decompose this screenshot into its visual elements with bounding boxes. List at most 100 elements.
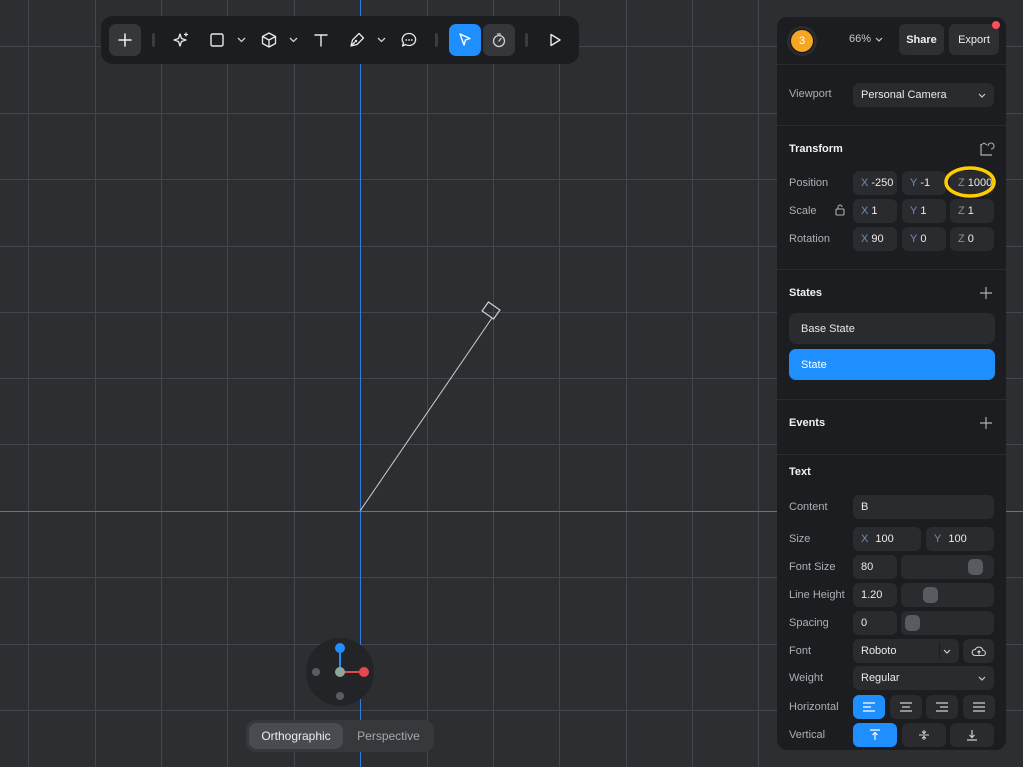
rectangle-tool-dropdown[interactable] — [233, 30, 249, 50]
font-label: Font — [789, 645, 812, 657]
toolbar-divider — [152, 33, 155, 47]
plus-icon — [118, 33, 132, 47]
sparkle-icon — [173, 32, 189, 47]
orientation-gizmo[interactable] — [305, 637, 375, 707]
z-axis-label: Z — [958, 233, 965, 245]
spacing-slider[interactable] — [901, 611, 994, 635]
align-bottom-button[interactable] — [950, 723, 994, 747]
spacing-input[interactable]: 0 — [853, 611, 897, 635]
align-right-button[interactable] — [926, 695, 958, 719]
viewport-select[interactable]: Personal Camera — [853, 83, 994, 107]
scale-x-field[interactable]: X1 — [853, 199, 897, 223]
gizmo-y-axis-handle — [335, 643, 345, 653]
avatar-count: 3 — [790, 29, 814, 53]
orthographic-option[interactable]: Orthographic — [249, 723, 343, 749]
align-left-button[interactable] — [853, 695, 885, 719]
text-section-title: Text — [789, 466, 811, 478]
scale-z-field[interactable]: Z1 — [950, 199, 994, 223]
weight-select[interactable]: Regular — [853, 666, 994, 690]
timer-tool-button[interactable] — [483, 24, 515, 56]
position-y-field[interactable]: Y -1 — [902, 171, 946, 195]
rotation-x-value: 90 — [871, 233, 884, 245]
align-left-icon — [863, 702, 875, 712]
line-height-input[interactable]: 1.20 — [853, 583, 897, 607]
panel-divider — [777, 125, 1006, 126]
pen-tool-dropdown[interactable] — [373, 30, 389, 50]
text-tool-button[interactable] — [305, 24, 337, 56]
position-x-field[interactable]: X -250 — [853, 171, 897, 195]
font-select[interactable]: Roboto — [853, 639, 959, 663]
select-tool-button[interactable] — [449, 24, 481, 56]
panel-divider — [777, 64, 1006, 65]
line-height-label: Line Height — [789, 589, 845, 601]
perspective-option[interactable]: Perspective — [346, 723, 431, 749]
export-button[interactable]: Export — [949, 24, 999, 55]
state-item-base[interactable]: Base State — [789, 313, 995, 344]
pen-icon — [350, 32, 365, 47]
font-size-input[interactable]: 80 — [853, 555, 897, 579]
zoom-dropdown[interactable]: 66% — [849, 33, 883, 45]
share-button[interactable]: Share — [899, 24, 944, 55]
content-input[interactable]: B — [853, 495, 994, 519]
gizmo-neg-y-handle — [336, 692, 344, 700]
scale-y-field[interactable]: Y1 — [902, 199, 946, 223]
align-center-button[interactable] — [890, 695, 922, 719]
rectangle-tool-button[interactable] — [201, 24, 233, 56]
y-axis-label: Y — [910, 233, 918, 245]
y-axis-label: Y — [910, 205, 918, 217]
scale-y-value: 1 — [920, 205, 927, 217]
align-right-icon — [936, 702, 948, 712]
horizontal-label: Horizontal — [789, 701, 839, 713]
line-height-slider[interactable] — [901, 583, 994, 607]
toolbar-divider — [435, 33, 438, 47]
align-justify-icon — [973, 702, 985, 712]
align-justify-button[interactable] — [963, 695, 995, 719]
slider-thumb[interactable] — [968, 559, 983, 575]
3d-shape-tool-button[interactable] — [253, 24, 285, 56]
cloud-upload-icon — [971, 646, 986, 657]
position-x-value: -250 — [871, 177, 894, 189]
main-toolbar — [101, 16, 579, 64]
size-x-field[interactable]: X 100 — [853, 527, 921, 551]
avatar[interactable]: 3 — [787, 26, 817, 56]
chevron-down-icon — [237, 37, 245, 43]
select-divider — [939, 643, 940, 659]
align-middle-icon — [919, 730, 929, 740]
ai-tool-button[interactable] — [165, 24, 197, 56]
add-button[interactable] — [109, 24, 141, 56]
font-size-slider[interactable] — [901, 555, 994, 579]
scale-z-value: 1 — [967, 205, 974, 217]
play-preview-button[interactable] — [539, 24, 571, 56]
rotation-z-field[interactable]: Z0 — [950, 227, 994, 251]
viewport-value: Personal Camera — [861, 89, 947, 101]
content-label: Content — [789, 501, 828, 513]
slider-thumb[interactable] — [905, 615, 920, 631]
rotation-y-field[interactable]: Y0 — [902, 227, 946, 251]
add-state-icon[interactable] — [980, 287, 992, 299]
rectangle-icon — [210, 33, 224, 47]
x-axis-label: X — [861, 233, 869, 245]
chevron-down-icon — [377, 37, 385, 43]
align-top-icon — [870, 729, 880, 740]
comment-tool-button[interactable] — [393, 24, 425, 56]
add-event-icon[interactable] — [980, 417, 992, 429]
font-size-label: Font Size — [789, 561, 836, 573]
chevron-down-icon — [943, 649, 951, 654]
state-item-state[interactable]: State — [789, 349, 995, 380]
unlock-icon[interactable] — [835, 204, 845, 216]
align-top-button[interactable] — [853, 723, 897, 747]
slider-thumb[interactable] — [922, 587, 938, 603]
pen-tool-button[interactable] — [341, 24, 373, 56]
font-value: Roboto — [861, 645, 897, 657]
align-middle-button[interactable] — [902, 723, 946, 747]
size-y-field[interactable]: Y 100 — [926, 527, 994, 551]
text-icon — [314, 34, 328, 47]
upload-font-button[interactable] — [963, 639, 994, 663]
rotation-x-field[interactable]: X 90 — [853, 227, 897, 251]
camera-mode-switch: Orthographic Perspective — [246, 720, 434, 752]
rotation-y-value: 0 — [920, 233, 927, 245]
rotation-label: Rotation — [789, 233, 830, 245]
reset-transform-icon[interactable] — [978, 141, 996, 157]
vertical-label: Vertical — [789, 729, 826, 741]
3d-shape-tool-dropdown[interactable] — [285, 30, 301, 50]
